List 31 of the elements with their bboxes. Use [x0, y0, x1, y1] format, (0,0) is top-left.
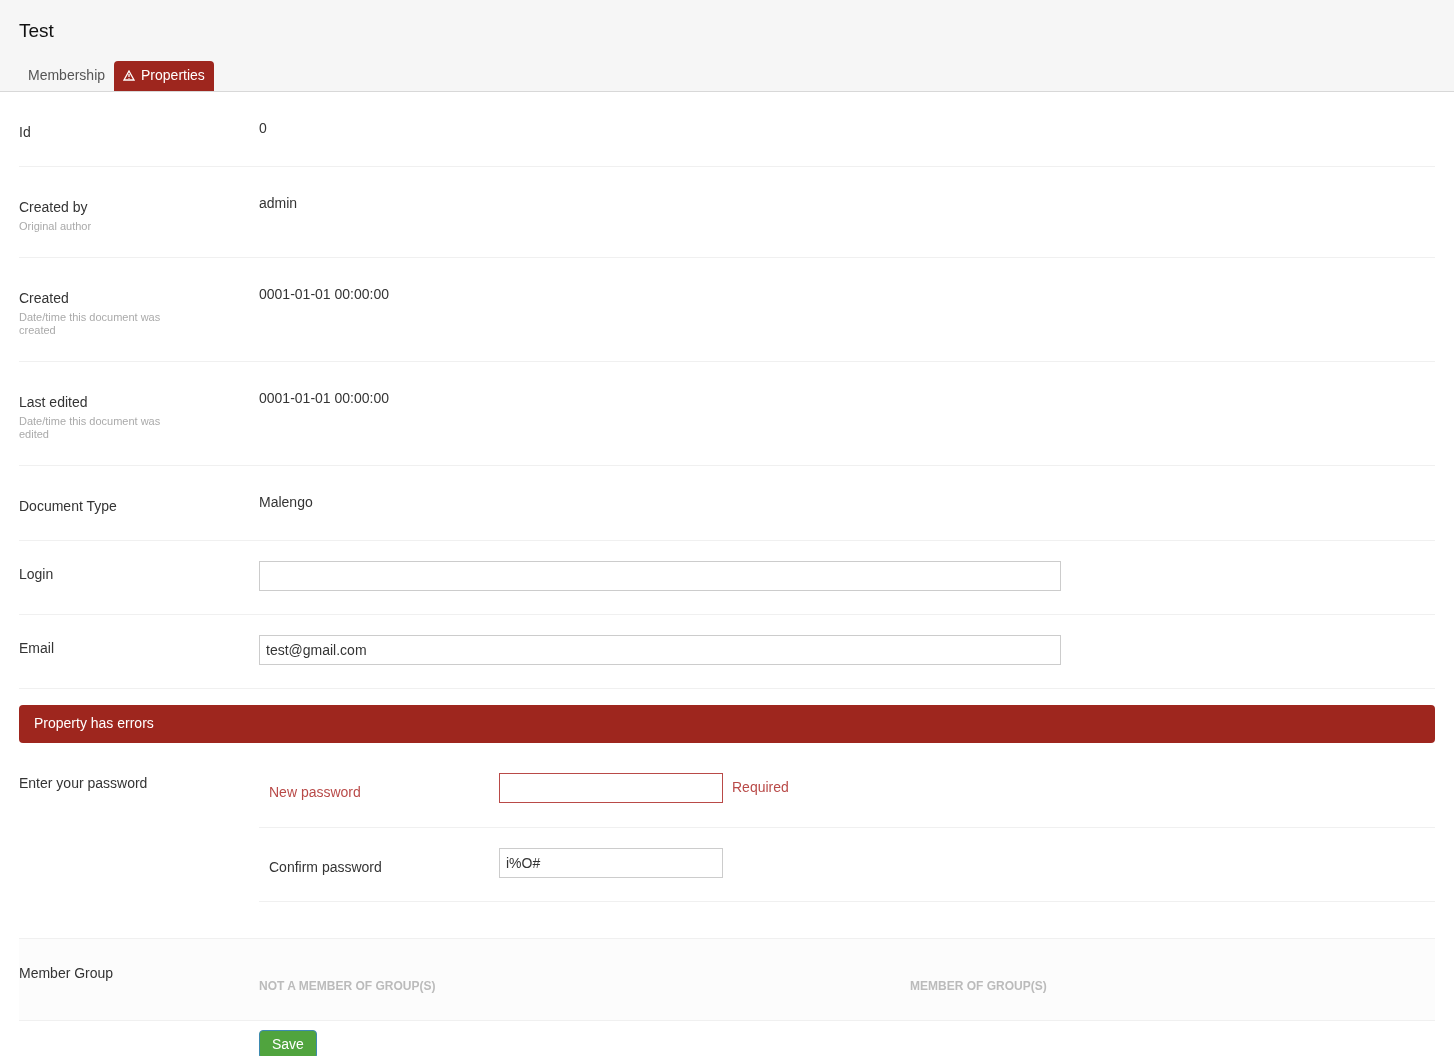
- property-value: 0: [259, 118, 267, 138]
- property-label: Last edited: [19, 392, 89, 412]
- property-label: Enter your password: [19, 773, 149, 793]
- property-value: 0001-01-01 00:00:00: [259, 284, 389, 304]
- password-field[interactable]: i%O#: [499, 847, 723, 878]
- password-field[interactable]: [499, 772, 723, 803]
- property-label: Login: [19, 564, 55, 584]
- column-heading: NOT A MEMBER OF GROUP(S): [259, 977, 437, 995]
- property-description: Original author: [19, 219, 93, 233]
- warning-icon: [123, 70, 136, 81]
- text-field[interactable]: test@gmail.com: [259, 634, 1061, 665]
- validation-message: Required: [732, 777, 789, 797]
- property-value: 0001-01-01 00:00:00: [259, 388, 389, 408]
- property-description: Date/time this document was edited: [19, 414, 162, 441]
- column-heading: MEMBER OF GROUP(S): [910, 977, 1047, 995]
- text-field[interactable]: [259, 560, 1061, 591]
- field-label: New password: [269, 782, 362, 802]
- property-value: admin: [259, 193, 298, 213]
- property-label: Created: [19, 288, 70, 308]
- property-label: Created by: [19, 197, 89, 217]
- property-value: Malengo: [259, 492, 313, 512]
- field-label: Confirm password: [269, 857, 383, 877]
- tab[interactable]: Properties: [114, 60, 214, 91]
- error-banner: Property has errors: [19, 704, 1435, 743]
- property-description: Date/time this document was created: [19, 310, 162, 337]
- tab[interactable]: Membership: [19, 60, 115, 91]
- property-label: Document Type: [19, 496, 118, 516]
- property-label: Email: [19, 638, 55, 658]
- property-label: Member Group: [19, 963, 115, 983]
- page-title: Test: [19, 19, 55, 43]
- property-label: Id: [19, 122, 32, 142]
